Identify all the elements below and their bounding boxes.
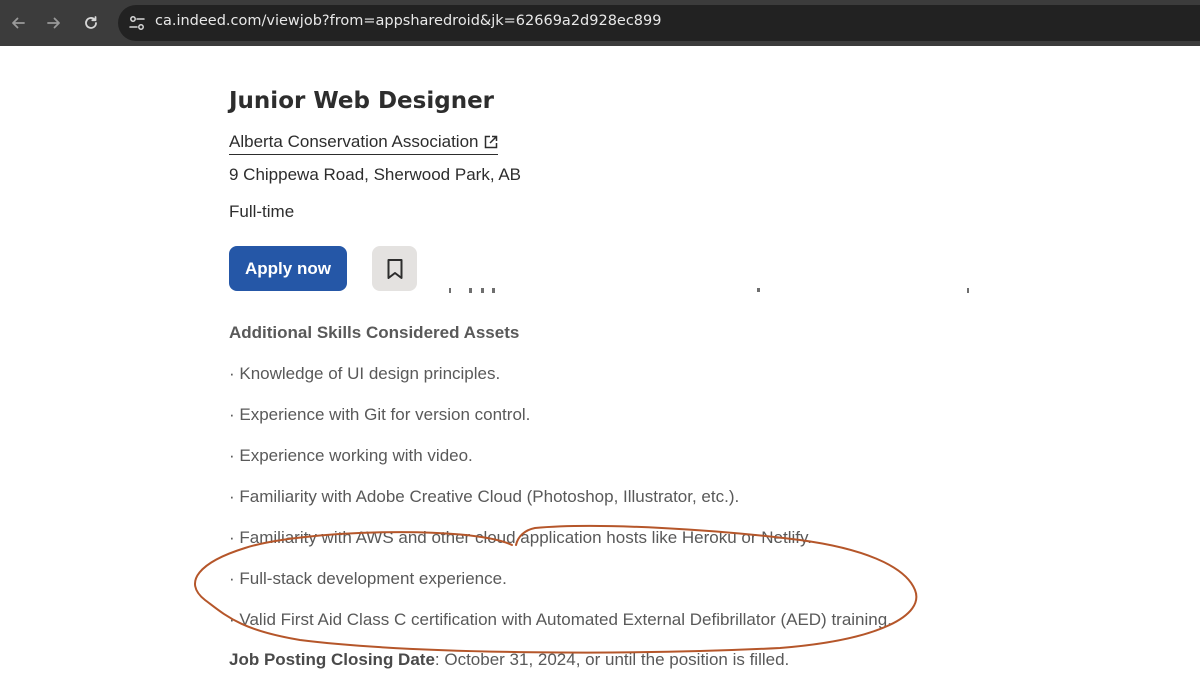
closing-date-label: Job Posting Closing Date	[229, 650, 435, 669]
list-item: · Familiarity with AWS and other cloud a…	[229, 528, 812, 547]
url-text[interactable]: ca.indeed.com/viewjob?from=appsharedroid…	[155, 13, 662, 29]
apply-now-button[interactable]: Apply now	[229, 246, 347, 291]
list-item: · Valid First Aid Class C certification …	[229, 610, 892, 629]
save-job-button[interactable]	[372, 246, 417, 291]
section-heading: Additional Skills Considered Assets	[229, 323, 520, 342]
bookmark-icon	[387, 258, 402, 279]
arrow-right-icon	[47, 17, 60, 29]
list-item: · Experience working with video.	[229, 446, 473, 465]
external-link-icon	[485, 135, 498, 149]
list-item: · Full-stack development experience.	[229, 569, 507, 588]
site-settings-icon[interactable]	[128, 14, 146, 32]
closing-date-value: : October 31, 2024, or until the positio…	[434, 650, 790, 669]
closing-date: Job Posting Closing Date: October 31, 20…	[229, 650, 789, 670]
reload-button[interactable]	[78, 10, 104, 36]
reload-icon	[85, 16, 97, 29]
browser-toolbar: ca.indeed.com/viewjob?from=appsharedroid…	[0, 0, 1200, 46]
list-item: · Knowledge of UI design principles.	[229, 364, 501, 383]
job-title: Junior Web Designer	[229, 88, 495, 114]
address-bar[interactable]: ca.indeed.com/viewjob?from=appsharedroid…	[118, 5, 1200, 41]
list-item: · Familiarity with Adobe Creative Cloud …	[229, 487, 740, 506]
clipped-text-fragment	[449, 288, 969, 293]
forward-button[interactable]	[41, 10, 67, 36]
company-link[interactable]: Alberta Conservation Association	[229, 132, 499, 155]
job-location: 9 Chippewa Road, Sherwood Park, AB	[229, 165, 522, 184]
list-item: · Experience with Git for version contro…	[229, 405, 531, 424]
hand-drawn-annotation-circle	[194, 524, 918, 654]
company-name[interactable]: Alberta Conservation Association	[229, 132, 478, 152]
job-type: Full-time	[229, 202, 295, 221]
arrow-left-icon	[12, 17, 25, 29]
back-button[interactable]	[5, 10, 31, 36]
